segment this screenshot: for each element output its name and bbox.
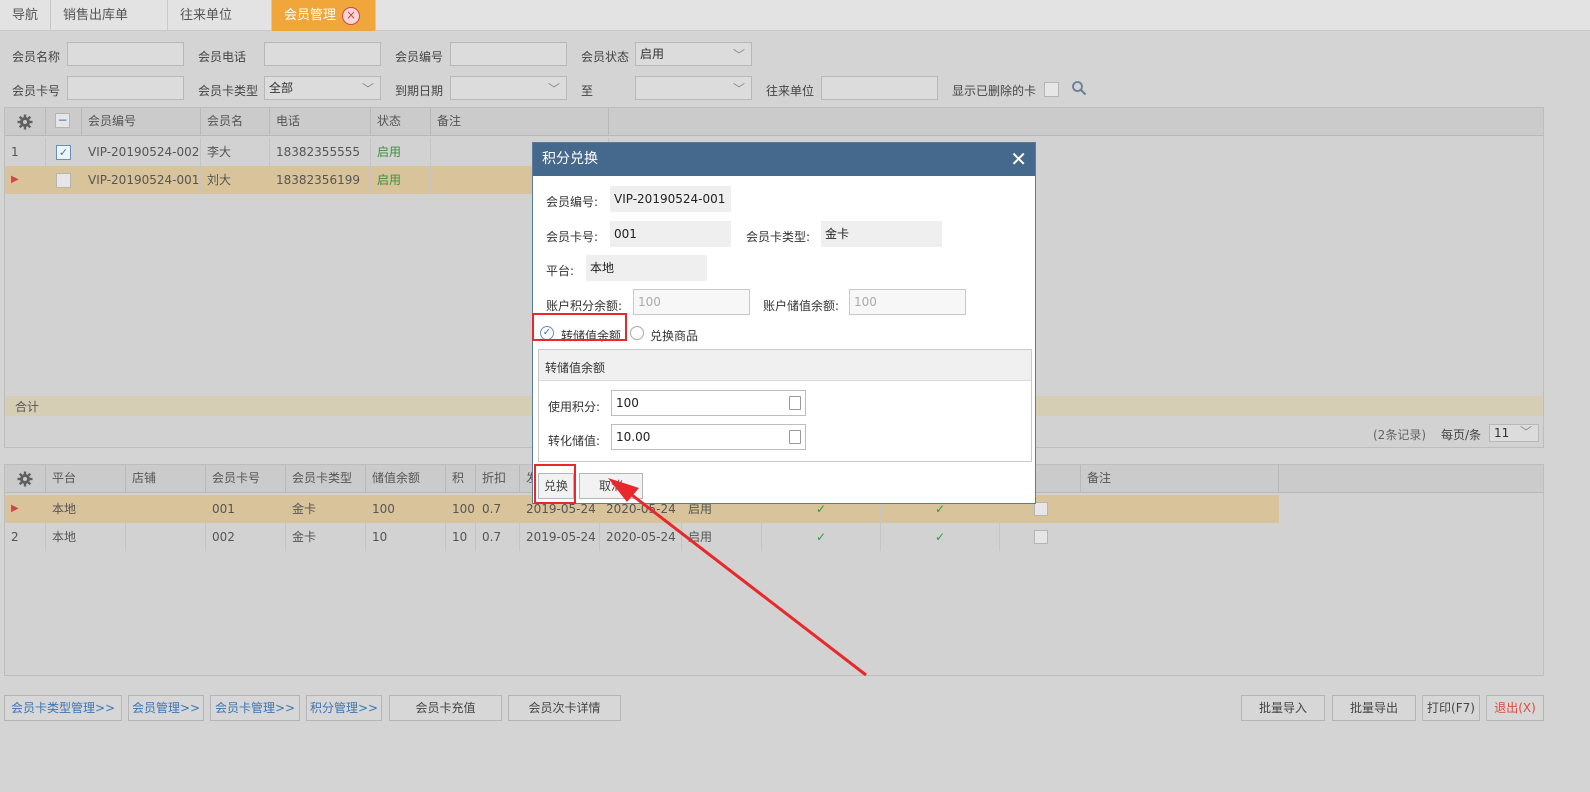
annotation-arrow bbox=[608, 478, 867, 677]
